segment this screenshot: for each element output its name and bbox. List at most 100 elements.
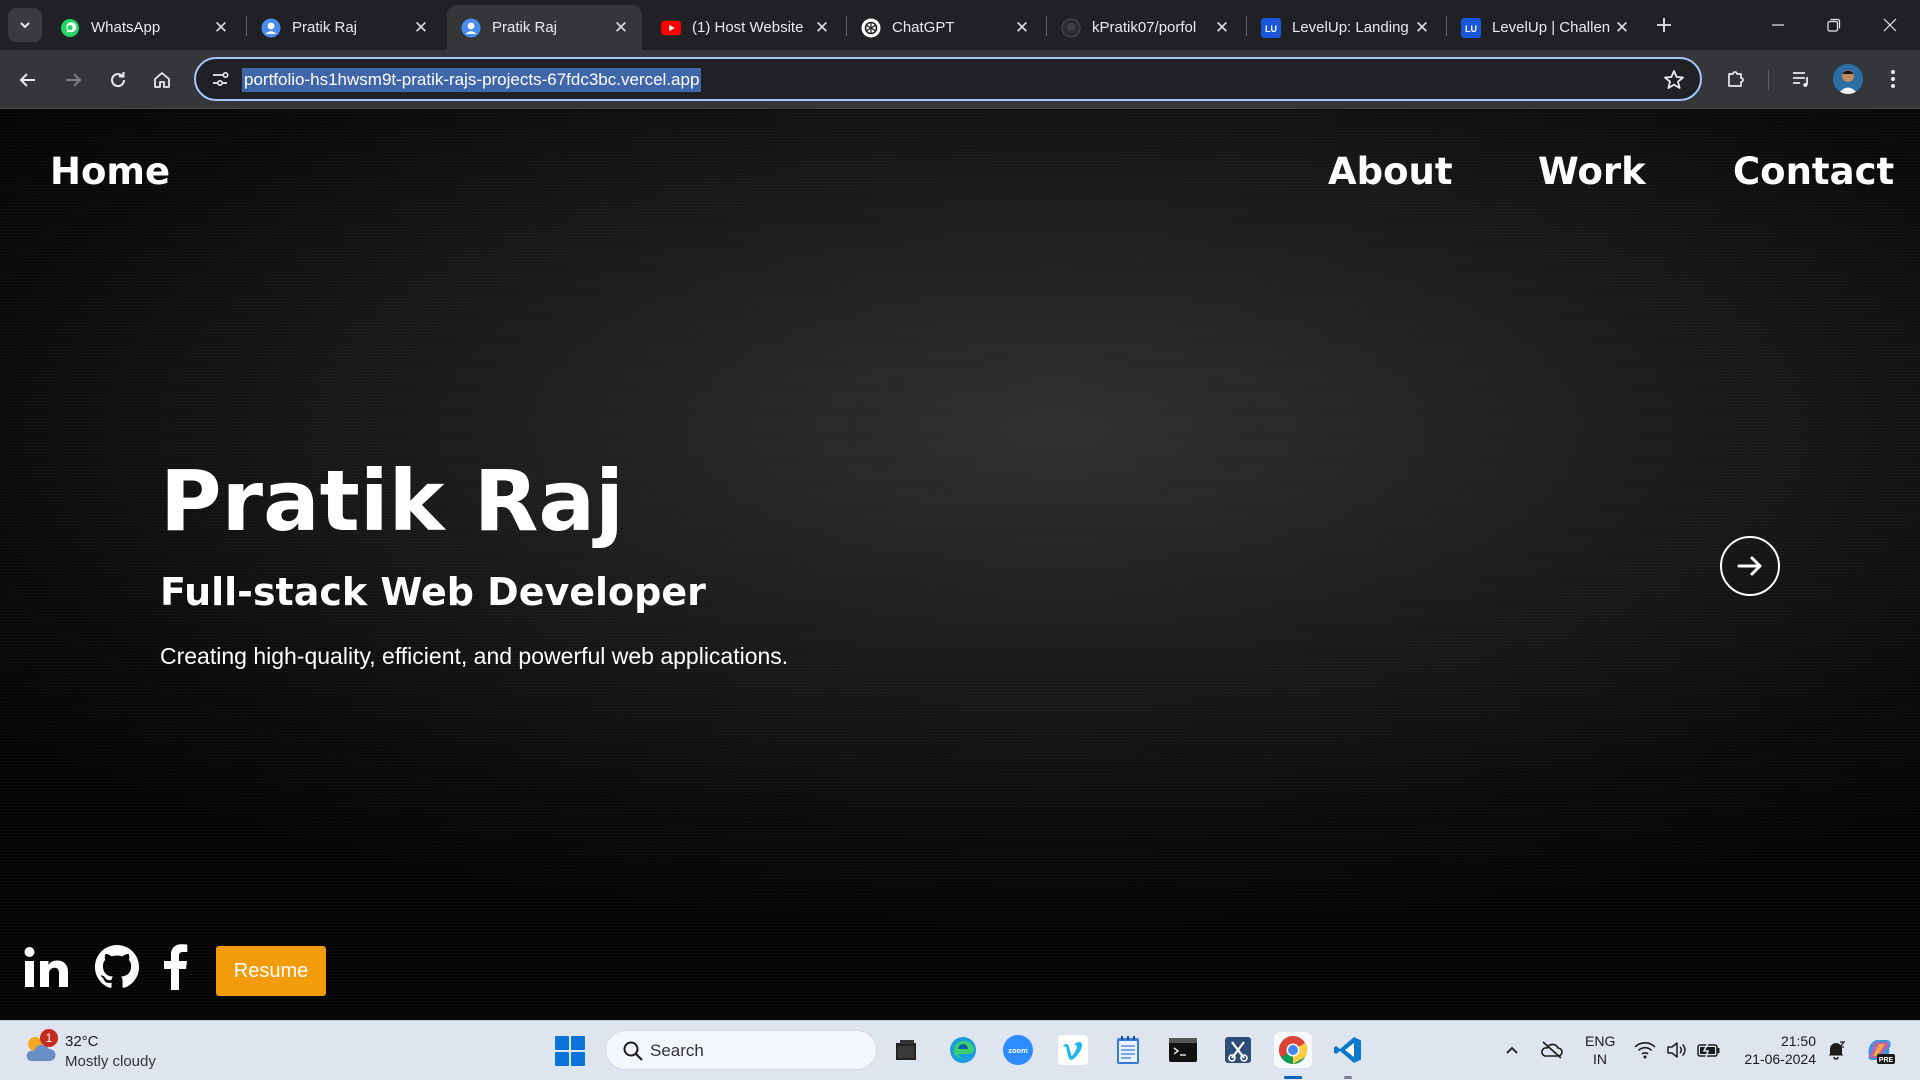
close-icon[interactable]: ✕ [1413,18,1431,38]
close-icon[interactable]: ✕ [1613,18,1631,38]
weather-temperature: 32°C [65,1033,99,1050]
file-explorer-icon [896,1040,916,1060]
wifi-icon [1634,1042,1656,1059]
notifications-button[interactable] [1823,1035,1849,1065]
chevron-down-icon [20,22,30,29]
taskbar-app-vscode[interactable] [1330,1032,1366,1068]
clock-date: 21-06-2024 [1744,1051,1816,1067]
profile-icon [461,18,481,38]
more-vert-icon [1891,70,1895,88]
browser-menu-button[interactable] [1878,64,1908,94]
close-icon [1883,18,1897,32]
taskbar-app-edge[interactable] [945,1032,981,1068]
copilot-icon: PRE [1868,1039,1895,1064]
windows-taskbar: 1 32°C Mostly cloudy Search zoom ENG IN … [0,1020,1920,1080]
zoom-icon: zoom [1003,1035,1033,1065]
bookmark-star-icon[interactable] [1662,68,1686,92]
profile-avatar[interactable] [1833,64,1863,94]
tab-whatsapp[interactable]: WhatsApp ✕ [46,5,242,50]
minimize-icon [1772,24,1784,26]
home-icon [154,72,170,88]
tab-strip: WhatsApp ✕ Pratik Raj ✕ Pratik Raj ✕ (1)… [0,0,1920,50]
taskbar-app-zoom[interactable]: zoom [1000,1032,1036,1068]
home-button[interactable] [144,62,180,98]
close-icon[interactable]: ✕ [813,18,831,38]
new-tab-button[interactable] [1650,11,1678,39]
bell-dnd-icon [1828,1041,1846,1060]
chevron-up-icon [1506,1046,1518,1054]
taskbar-app-file-explorer[interactable] [888,1032,924,1068]
linkedin-icon [24,947,68,987]
tab-title: Pratik Raj [492,19,558,36]
taskbar-app-snipping-tool[interactable] [1220,1032,1256,1068]
facebook-icon [164,944,188,990]
tab-github[interactable]: kPratik07/porfol ✕ [1047,5,1243,50]
taskbar-app-vimeo[interactable] [1055,1032,1091,1068]
levelup-logo-text: LU [1265,24,1277,34]
arrow-right-icon [1737,556,1762,576]
language-code: ENG [1585,1033,1616,1049]
windows-logo-tile [571,1036,585,1050]
resume-button[interactable]: Resume [216,946,326,996]
nav-contact-link[interactable]: Contact [1733,150,1894,193]
close-icon[interactable]: ✕ [212,18,230,38]
weather-description: Mostly cloudy [65,1053,156,1070]
back-button[interactable] [10,62,46,98]
tab-title: ChatGPT [892,19,955,36]
taskbar-app-notepad[interactable] [1110,1032,1146,1068]
youtube-icon [661,18,681,38]
volume-button[interactable] [1664,1035,1690,1065]
vimeo-icon [1058,1035,1088,1065]
close-icon[interactable]: ✕ [1213,18,1231,38]
battery-button[interactable] [1696,1035,1722,1065]
tab-chatgpt[interactable]: ChatGPT ✕ [847,5,1043,50]
taskbar-app-chrome[interactable] [1274,1032,1312,1068]
close-icon[interactable]: ✕ [1013,18,1031,38]
taskbar-search[interactable]: Search [605,1030,877,1070]
close-icon[interactable]: ✕ [412,18,430,38]
close-icon[interactable]: ✕ [612,18,630,38]
show-hidden-icons-button[interactable] [1498,1035,1526,1065]
tab-levelup-challenges[interactable]: LU LevelUp | Challen ✕ [1447,5,1643,50]
github-link[interactable] [92,942,142,992]
site-info-icon[interactable] [210,69,230,89]
linkedin-link[interactable] [22,942,72,992]
reload-button[interactable] [100,62,136,98]
tab-search-button[interactable] [8,8,42,42]
nav-home-link[interactable]: Home [50,150,170,193]
minimize-button[interactable] [1750,0,1806,50]
extensions-button[interactable] [1721,64,1751,94]
media-controls-button[interactable] [1786,64,1816,94]
onedrive-button[interactable] [1537,1035,1567,1065]
close-window-button[interactable] [1862,0,1918,50]
tab-levelup-landing[interactable]: LU LevelUp: Landing ✕ [1247,5,1443,50]
windows-logo-tile [571,1052,585,1066]
volume-icon [1667,1042,1686,1058]
facebook-link[interactable] [158,942,192,992]
windows-logo-tile [555,1052,569,1066]
tab-youtube[interactable]: (1) Host Website ✕ [647,5,843,50]
taskbar-app-terminal[interactable] [1165,1032,1201,1068]
address-bar[interactable]: portfolio-hs1hwsm9t-pratik-rajs-projects… [194,57,1702,101]
copilot-button[interactable]: PRE [1862,1035,1896,1065]
active-app-indicator [1284,1076,1302,1079]
tab-title: Pratik Raj [292,19,358,36]
puzzle-icon [1728,71,1744,87]
forward-button[interactable] [55,62,91,98]
edge-icon [950,1037,976,1063]
portfolio-page: Home About Work Contact Pratik Raj Full-… [0,110,1920,1020]
input-language-indicator[interactable]: ENG IN [1585,1032,1615,1068]
restore-button[interactable] [1806,0,1862,50]
start-button[interactable] [555,1036,585,1066]
next-section-button[interactable] [1720,536,1780,596]
system-clock[interactable]: 21:50 21-06-2024 [1736,1032,1816,1068]
chrome-icon [1279,1036,1307,1064]
url-text[interactable]: portfolio-hs1hwsm9t-pratik-rajs-projects… [242,68,702,92]
levelup-icon: LU [1461,17,1481,38]
tab-title: WhatsApp [91,19,161,36]
wifi-button[interactable] [1632,1035,1658,1065]
tab-pratik-raj-active[interactable]: Pratik Raj ✕ [447,5,642,50]
tab-pratik-raj[interactable]: Pratik Raj ✕ [247,5,442,50]
nav-work-link[interactable]: Work [1538,150,1646,193]
nav-about-link[interactable]: About [1328,150,1453,193]
